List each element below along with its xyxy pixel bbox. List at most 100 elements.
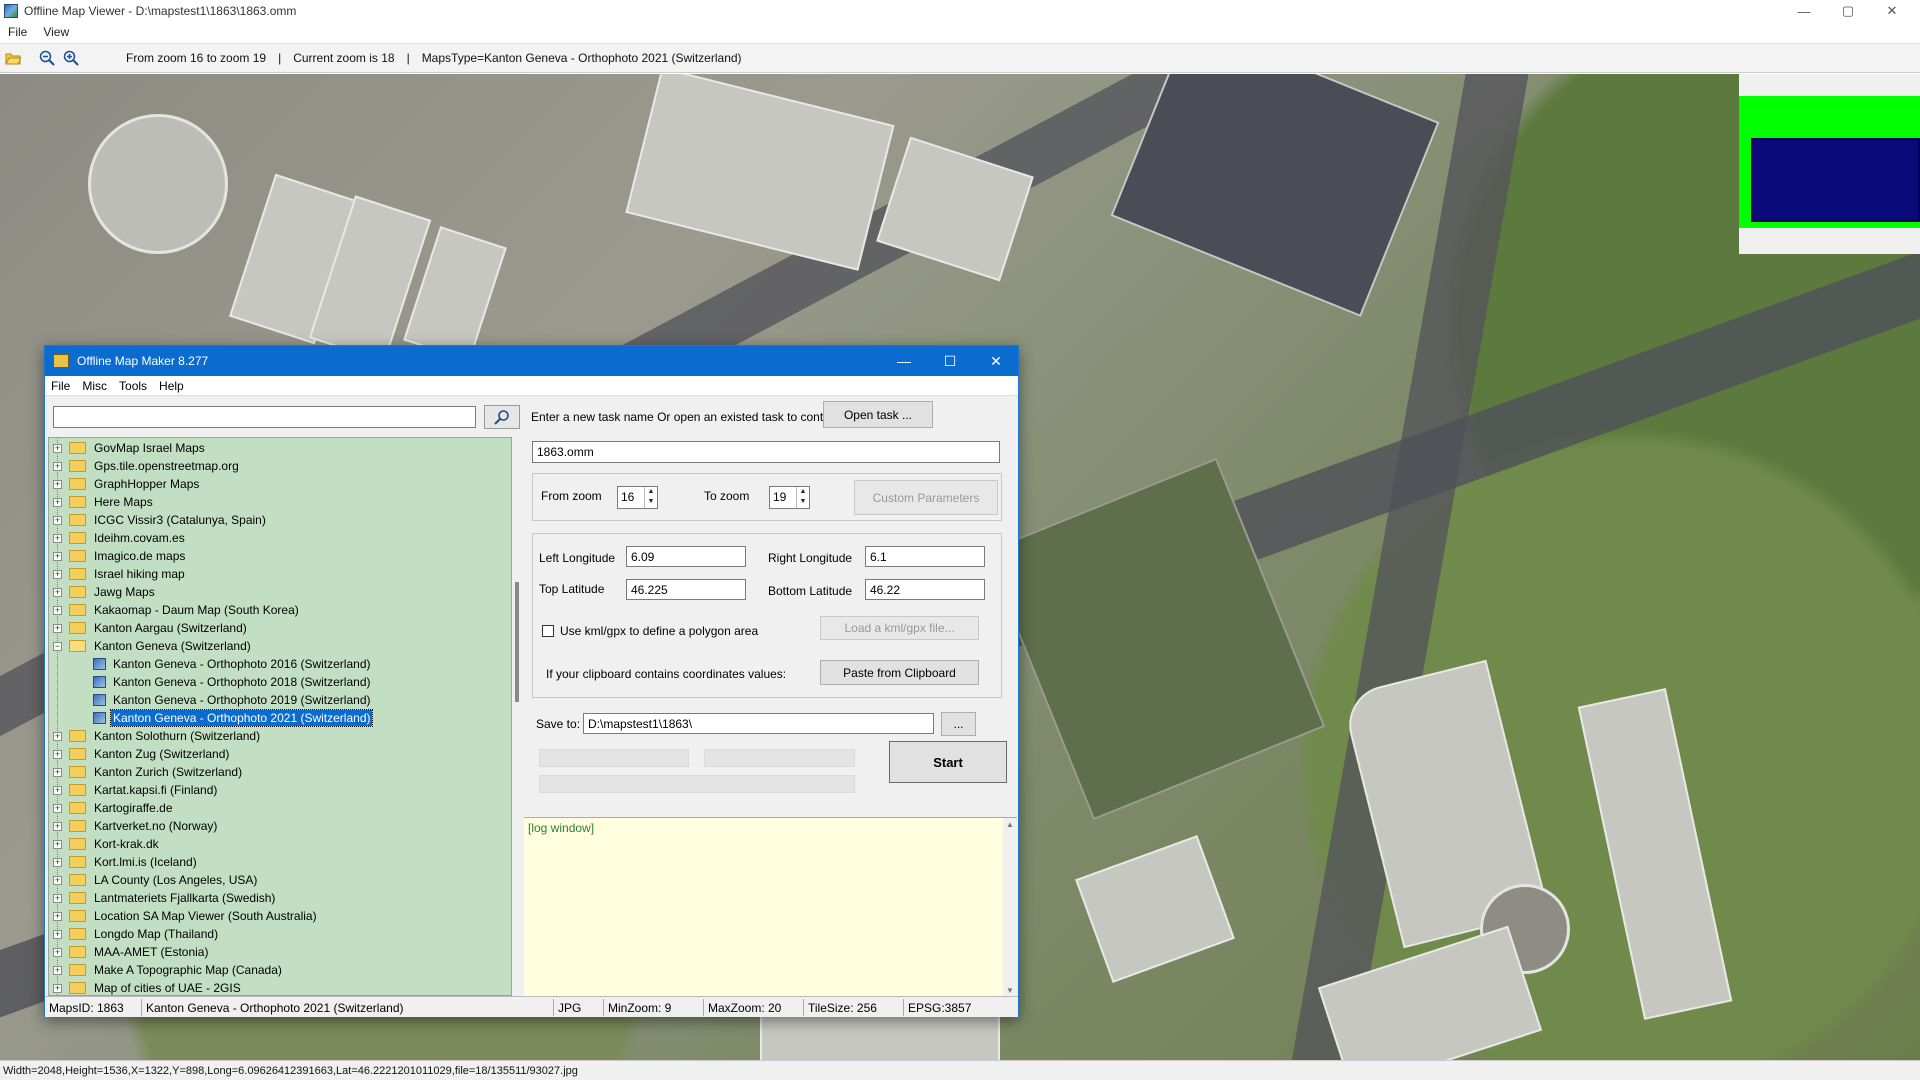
expand-icon[interactable]: +	[53, 983, 62, 993]
tree-folder-item[interactable]: + Here Maps	[49, 493, 155, 511]
search-button[interactable]	[484, 405, 520, 429]
expand-icon[interactable]: +	[53, 623, 62, 633]
tree-map-item[interactable]: Kanton Geneva - Orthophoto 2021 (Switzer…	[49, 709, 374, 727]
tree-folder-item[interactable]: − Kanton Geneva (Switzerland)	[49, 637, 253, 655]
tree-folder-item[interactable]: + Map of cities of UAE - 2GIS	[49, 979, 243, 995]
to-zoom-arrows[interactable]: ▲ ▼	[796, 487, 809, 508]
expand-icon[interactable]: +	[53, 443, 62, 453]
from-zoom-spinner[interactable]: 16 ▲ ▼	[617, 486, 658, 509]
bottom-latitude-input[interactable]: 46.22	[865, 579, 985, 600]
expand-icon[interactable]: +	[53, 497, 62, 507]
expand-icon[interactable]: +	[53, 767, 62, 777]
tree-folder-item[interactable]: + Jawg Maps	[49, 583, 157, 601]
tree-folder-item[interactable]: + Kakaomap - Daum Map (South Korea)	[49, 601, 301, 619]
scroll-down-arrow-icon[interactable]: ▼	[1006, 986, 1014, 995]
expand-icon[interactable]: +	[53, 893, 62, 903]
tree-folder-item[interactable]: + Gps.tile.openstreetmap.org	[49, 457, 241, 475]
dialog-minimize-button[interactable]: —	[881, 346, 927, 376]
tree-folder-item[interactable]: + GraphHopper Maps	[49, 475, 201, 493]
tree-map-item[interactable]: Kanton Geneva - Orthophoto 2018 (Switzer…	[49, 673, 372, 691]
dialog-menu-tools[interactable]: Tools	[113, 379, 153, 393]
tree-folder-item[interactable]: + Lantmateriets Fjallkarta (Swedish)	[49, 889, 277, 907]
tree-folder-item[interactable]: + LA County (Los Angeles, USA)	[49, 871, 259, 889]
expand-icon[interactable]: +	[53, 875, 62, 885]
close-button[interactable]: ✕	[1870, 0, 1914, 22]
open-task-button[interactable]: Open task ...	[823, 401, 933, 428]
task-name-input[interactable]: 1863.omm	[532, 441, 1000, 463]
top-latitude-input[interactable]: 46.225	[626, 579, 746, 600]
tree-folder-item[interactable]: + MAA-AMET (Estonia)	[49, 943, 210, 961]
expand-icon[interactable]: +	[53, 605, 62, 615]
save-to-input[interactable]: D:\mapstest1\1863\	[583, 713, 934, 734]
dialog-menu-misc[interactable]: Misc	[76, 379, 113, 393]
tree-folder-item[interactable]: + Make A Topographic Map (Canada)	[49, 961, 284, 979]
expand-icon[interactable]: +	[53, 785, 62, 795]
expand-icon[interactable]: +	[53, 929, 62, 939]
log-window[interactable]: [log window] ▲ ▼	[524, 817, 1017, 997]
expand-icon[interactable]: +	[53, 965, 62, 975]
tree-folder-item[interactable]: + Kartogiraffe.de	[49, 799, 175, 817]
expand-icon[interactable]: +	[53, 587, 62, 597]
tree-folder-item[interactable]: + GovMap Israel Maps	[49, 439, 207, 457]
expand-icon[interactable]: +	[53, 569, 62, 579]
expand-icon[interactable]: +	[53, 803, 62, 813]
from-zoom-arrows[interactable]: ▲ ▼	[644, 487, 657, 508]
log-scrollbar[interactable]: ▲ ▼	[1003, 818, 1017, 997]
map-overview[interactable]	[1739, 74, 1920, 254]
to-zoom-spinner[interactable]: 19 ▲ ▼	[769, 486, 810, 509]
expand-icon[interactable]: +	[53, 911, 62, 921]
tree-folder-item[interactable]: + Kartverket.no (Norway)	[49, 817, 219, 835]
menu-file[interactable]: File	[0, 25, 35, 39]
load-kml-button[interactable]: Load a kml/gpx file...	[820, 616, 979, 640]
tree-folder-item[interactable]: + Kanton Zurich (Switzerland)	[49, 763, 244, 781]
dialog-menu-help[interactable]: Help	[153, 379, 190, 393]
tree-folder-item[interactable]: + Kartat.kapsi.fi (Finland)	[49, 781, 219, 799]
expand-icon[interactable]: +	[53, 839, 62, 849]
tree-folder-item[interactable]: + Imagico.de maps	[49, 547, 187, 565]
scroll-up-arrow-icon[interactable]: ▲	[1006, 820, 1014, 829]
tree-folder-item[interactable]: + Longdo Map (Thailand)	[49, 925, 220, 943]
zoom-out-button[interactable]	[36, 47, 58, 69]
expand-icon[interactable]: +	[53, 551, 62, 561]
zoom-in-button[interactable]	[60, 47, 82, 69]
tree-folder-item[interactable]: + Kanton Solothurn (Switzerland)	[49, 727, 262, 745]
tree-folder-item[interactable]: + Kort-krak.dk	[49, 835, 161, 853]
tree-folder-item[interactable]: + Kort.lmi.is (Iceland)	[49, 853, 199, 871]
dialog-maximize-button[interactable]: ☐	[927, 346, 973, 376]
dialog-close-button[interactable]: ✕	[973, 346, 1019, 376]
tree-scrollbar[interactable]	[512, 437, 523, 996]
expand-icon[interactable]: +	[53, 479, 62, 489]
paste-from-clipboard-button[interactable]: Paste from Clipboard	[820, 660, 979, 685]
tree-folder-item[interactable]: + Ideihm.covam.es	[49, 529, 187, 547]
map-search-input[interactable]	[53, 406, 476, 428]
tree-folder-item[interactable]: + ICGC Vissir3 (Catalunya, Spain)	[49, 511, 268, 529]
start-button[interactable]: Start	[889, 741, 1007, 783]
use-kml-checkbox[interactable]	[542, 625, 554, 637]
collapse-icon[interactable]: −	[53, 641, 62, 651]
tree-folder-item[interactable]: + Kanton Aargau (Switzerland)	[49, 619, 249, 637]
tree-folder-item[interactable]: + Kanton Zug (Switzerland)	[49, 745, 231, 763]
expand-icon[interactable]: +	[53, 857, 62, 867]
tree-map-item[interactable]: Kanton Geneva - Orthophoto 2019 (Switzer…	[49, 691, 372, 709]
expand-icon[interactable]: +	[53, 731, 62, 741]
minimize-button[interactable]: —	[1782, 0, 1826, 22]
expand-icon[interactable]: +	[53, 515, 62, 525]
tree-map-item[interactable]: Kanton Geneva - Orthophoto 2016 (Switzer…	[49, 655, 372, 673]
dialog-menu-file[interactable]: File	[45, 379, 76, 393]
map-source-tree[interactable]: + GovMap Israel Maps + Gps.tile.openstreetm…	[48, 437, 512, 996]
expand-icon[interactable]: +	[53, 461, 62, 471]
left-longitude-input[interactable]: 6.09	[626, 546, 746, 567]
expand-icon[interactable]: +	[53, 749, 62, 759]
custom-parameters-button[interactable]: Custom Parameters	[854, 480, 998, 515]
maximize-button[interactable]: ▢	[1826, 0, 1870, 22]
browse-folder-button[interactable]: ...	[941, 712, 976, 736]
right-longitude-input[interactable]: 6.1	[865, 546, 985, 567]
expand-icon[interactable]: +	[53, 821, 62, 831]
tree-scroll-thumb[interactable]	[515, 582, 519, 702]
expand-icon[interactable]: +	[53, 533, 62, 543]
tree-folder-item[interactable]: + Location SA Map Viewer (South Australia…	[49, 907, 319, 925]
tree-folder-item[interactable]: + Israel hiking map	[49, 565, 187, 583]
expand-icon[interactable]: +	[53, 947, 62, 957]
open-folder-button[interactable]	[2, 47, 24, 69]
menu-view[interactable]: View	[35, 25, 77, 39]
